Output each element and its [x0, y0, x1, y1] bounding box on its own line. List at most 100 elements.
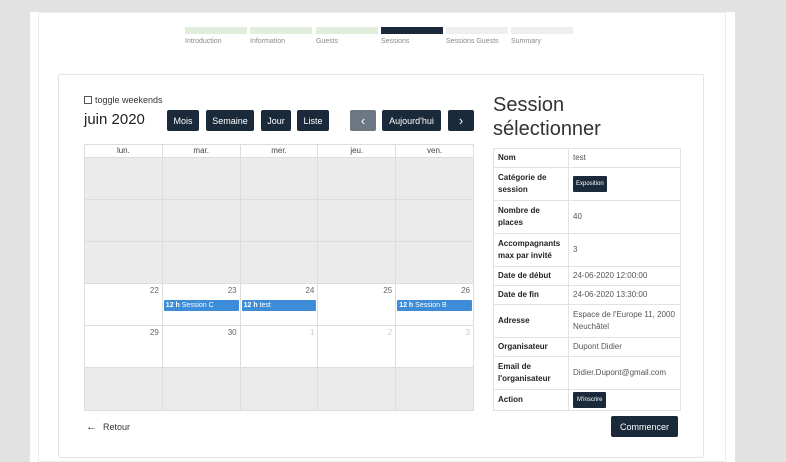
view-week-button[interactable]: Semaine: [206, 110, 254, 131]
back-link-label: Retour: [103, 422, 131, 432]
day-number: 23: [227, 286, 237, 295]
detail-key: Email de l'organisateur: [493, 356, 569, 390]
calendar-day[interactable]: [162, 200, 241, 241]
calendar-day[interactable]: [85, 368, 163, 410]
detail-value: Dupont Didier: [568, 337, 681, 357]
day-number: 22: [149, 286, 159, 295]
calendar-day[interactable]: [240, 242, 319, 283]
step-bar: [381, 27, 443, 34]
day-number: 1: [309, 328, 315, 337]
session-details-table: Nom test Catégorie de session Exposition Nom…: [493, 148, 681, 411]
detail-value: 40: [568, 200, 681, 234]
detail-key: Date de début: [493, 266, 569, 286]
calendar-day[interactable]: 26 12 h Session B: [396, 284, 473, 325]
calendar-event[interactable]: 12 h Session C: [163, 300, 239, 311]
calendar-day[interactable]: 29: [85, 326, 163, 367]
detail-key: Nombre de places: [493, 200, 569, 234]
weekday-header: mer.: [241, 145, 319, 157]
right-gutter: [735, 0, 786, 462]
back-link[interactable]: ← Retour: [86, 421, 130, 433]
event-title: test: [259, 302, 271, 309]
session-title-line1: Session: [493, 94, 565, 116]
calendar: lun. mar. mer. jeu. ven. 22 23 12 h Session C2…: [84, 144, 474, 411]
calendar-day[interactable]: [162, 368, 241, 410]
calendar-day[interactable]: [318, 158, 397, 199]
toggle-weekends-checkbox[interactable]: [84, 96, 92, 104]
view-month-button[interactable]: Mois: [167, 110, 199, 131]
calendar-day[interactable]: [162, 158, 241, 199]
calendar-day[interactable]: [240, 368, 319, 410]
detail-row: Date de début 24-06-2020 12:00:00: [493, 266, 681, 286]
detail-row: Email de l'organisateur Didier.Dupont@gma…: [493, 356, 681, 390]
view-list-button[interactable]: Liste: [297, 110, 329, 131]
calendar-day[interactable]: 22: [85, 284, 163, 325]
prev-button[interactable]: ‹: [350, 110, 376, 131]
step-bar: [250, 27, 312, 34]
calendar-day[interactable]: 25: [318, 284, 397, 325]
weekday-header: mar.: [163, 145, 241, 157]
calendar-day[interactable]: 1: [241, 326, 319, 367]
detail-row: Accompagnants max par invité 3: [493, 233, 681, 267]
event-time: 12 h: [243, 302, 258, 309]
event-title: Session B: [415, 302, 447, 309]
today-button[interactable]: Aujourd'hui: [382, 110, 441, 131]
calendar-day[interactable]: [240, 158, 319, 199]
calendar-day[interactable]: [396, 200, 473, 241]
step-label: Introduction: [185, 38, 222, 45]
step-bar: [511, 27, 573, 34]
calendar-header: lun. mar. mer. jeu. ven.: [84, 144, 474, 157]
event-time: 12 h: [399, 302, 414, 309]
detail-value: Espace de l'Europe 11, 2000 Neuchâtel: [568, 304, 681, 338]
step-5: Summary: [511, 27, 573, 45]
calendar-event[interactable]: 12 h test: [241, 300, 317, 311]
detail-value: M'inscrire: [568, 389, 681, 411]
calendar-day[interactable]: 30: [163, 326, 241, 367]
detail-value: Exposition: [568, 167, 681, 201]
day-number: 24: [305, 286, 315, 295]
calendar-week: [85, 158, 473, 200]
calendar-day[interactable]: 2: [318, 326, 397, 367]
step-label: Sessions Guests: [446, 38, 499, 45]
calendar-day[interactable]: [240, 200, 319, 241]
start-button[interactable]: Commencer: [611, 416, 678, 437]
calendar-day[interactable]: 23 12 h Session C: [163, 284, 241, 325]
weekday-header: jeu.: [318, 145, 397, 157]
detail-value: 3: [568, 233, 681, 267]
detail-value: Didier.Dupont@gmail.com: [568, 356, 681, 390]
step-2: Guests: [316, 27, 378, 45]
detail-key: Organisateur: [493, 337, 569, 357]
day-number: 26: [461, 286, 470, 295]
calendar-day[interactable]: [396, 158, 473, 199]
calendar-day[interactable]: [396, 368, 473, 410]
calendar-day[interactable]: 3: [396, 326, 473, 367]
step-0: Introduction: [185, 27, 247, 45]
calendar-day[interactable]: [85, 158, 163, 199]
detail-key: Adresse: [493, 304, 569, 338]
toggle-weekends[interactable]: toggle weekends: [84, 95, 163, 105]
calendar-day[interactable]: [85, 242, 163, 283]
event-title: Session C: [181, 302, 214, 309]
register-button[interactable]: M'inscrire: [573, 392, 607, 408]
detail-row: Organisateur Dupont Didier: [493, 337, 681, 357]
calendar-week: 29 30 1 2 3: [85, 326, 473, 368]
detail-key: Catégorie de session: [493, 167, 569, 201]
calendar-day[interactable]: [318, 200, 397, 241]
detail-row: Nom test: [493, 148, 681, 168]
day-number: 25: [383, 286, 393, 295]
detail-row: Catégorie de session Exposition: [493, 167, 681, 201]
calendar-day[interactable]: [396, 242, 473, 283]
detail-value: 24-06-2020 13:30:00: [568, 285, 681, 305]
calendar-event[interactable]: 12 h Session B: [397, 300, 472, 311]
toggle-weekends-label: toggle weekends: [95, 95, 163, 105]
day-number: 3: [465, 328, 470, 337]
detail-row: Date de fin 24-06-2020 13:30:00: [493, 285, 681, 305]
calendar-day[interactable]: [85, 200, 163, 241]
next-button[interactable]: ›: [448, 110, 474, 131]
calendar-day[interactable]: 24 12 h test: [241, 284, 319, 325]
calendar-day[interactable]: [162, 242, 241, 283]
view-day-button[interactable]: Jour: [261, 110, 291, 131]
step-bar: [185, 27, 247, 34]
calendar-day[interactable]: [318, 242, 397, 283]
detail-key: Action: [493, 389, 569, 411]
calendar-day[interactable]: [318, 368, 397, 410]
